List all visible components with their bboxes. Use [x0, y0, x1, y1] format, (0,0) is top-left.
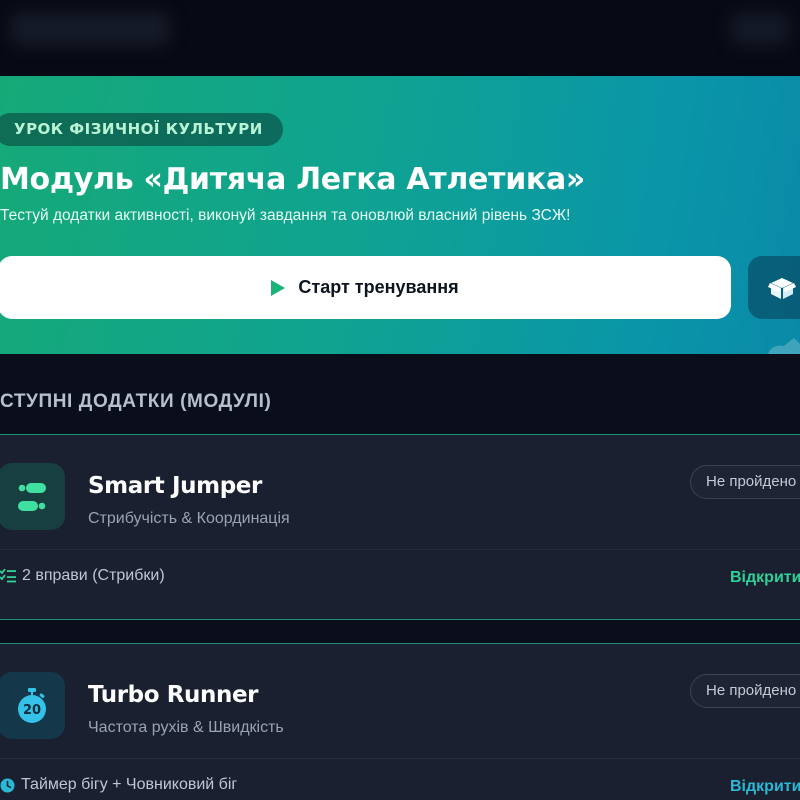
checklist-icon: [0, 569, 16, 583]
hero-subtitle: Тестуй додатки активності, виконуй завда…: [0, 207, 571, 224]
status-badge: Не пройдено: [690, 465, 800, 499]
card-divider: [0, 758, 800, 759]
stopwatch-number: 20: [22, 703, 40, 718]
stopwatch-icon: 20: [17, 687, 46, 723]
play-icon: [271, 279, 286, 296]
module-card-turbo-runner[interactable]: 20 Turbo Runner Частота рухів & Швидкіст…: [0, 643, 800, 800]
clock-icon: [0, 778, 15, 792]
hero-banner: УРОК ФІЗИЧНОЇ КУЛЬТУРИ Модуль «Дитяча Ле…: [0, 76, 800, 354]
module-name: Turbo Runner: [88, 682, 259, 708]
open-module-link[interactable]: Відкрити: [730, 778, 800, 796]
module-description: Частота рухів & Швидкість: [88, 719, 284, 736]
lesson-badge: УРОК ФІЗИЧНОЇ КУЛЬТУРИ: [0, 113, 283, 146]
app-bar-left-blurred: [10, 12, 170, 46]
module-meta-text: Таймер бігу + Човниковий біг: [21, 776, 238, 793]
module-card-smart-jumper[interactable]: Smart Jumper Стрибучість & Координація Н…: [0, 434, 800, 620]
module-meta-text: 2 вправи (Стрибки): [22, 567, 165, 584]
footprints-icon: [17, 482, 46, 511]
module-name: Smart Jumper: [88, 473, 262, 499]
modules-box-button[interactable]: [748, 256, 800, 319]
app-bar-right-blurred: [730, 12, 790, 46]
module-icon-box: [0, 463, 65, 530]
page-title: Модуль «Дитяча Легка Атлетика»: [0, 162, 585, 197]
module-icon-box: 20: [0, 672, 65, 739]
module-meta: 2 вправи (Стрибки): [0, 567, 165, 585]
open-module-link[interactable]: Відкрити: [730, 569, 800, 587]
status-badge: Не пройдено: [690, 674, 800, 708]
box-icon: [768, 277, 796, 299]
top-app-bar: [0, 0, 800, 76]
start-training-button[interactable]: Старт тренування: [0, 256, 731, 319]
module-description: Стрибучість & Координація: [88, 510, 290, 527]
card-divider: [0, 549, 800, 550]
start-training-label: Старт тренування: [298, 277, 459, 297]
module-meta: Таймер бігу + Човниковий біг: [0, 776, 237, 794]
decorative-shape: [768, 338, 800, 354]
section-title: СТУПНІ ДОДАТКИ (МОДУЛІ): [0, 391, 272, 412]
